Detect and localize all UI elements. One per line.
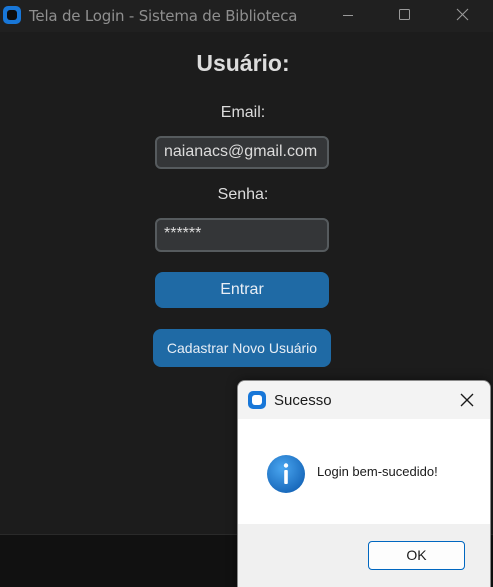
login-button[interactable]: Entrar xyxy=(155,272,329,308)
success-dialog: Sucesso Login bem-sucedido! OK xyxy=(237,380,491,587)
dialog-titlebar[interactable]: Sucesso xyxy=(238,381,490,419)
dialog-message: Login bem-sucedido! xyxy=(317,464,438,479)
dialog-app-icon xyxy=(248,391,266,409)
close-icon xyxy=(456,8,469,21)
email-field[interactable]: naianacs@gmail.com xyxy=(155,136,329,169)
window-titlebar[interactable]: Tela de Login - Sistema de Biblioteca xyxy=(0,0,493,32)
password-label: Senha: xyxy=(217,186,269,203)
maximize-button[interactable] xyxy=(381,0,427,32)
window-title: Tela de Login - Sistema de Biblioteca xyxy=(29,7,298,25)
register-button[interactable]: Cadastrar Novo Usuário xyxy=(153,329,331,367)
minimize-button[interactable] xyxy=(325,0,371,32)
app-icon xyxy=(3,6,21,24)
page-title: Usuário: xyxy=(196,50,290,76)
password-field[interactable]: ****** xyxy=(155,218,329,252)
close-button[interactable] xyxy=(440,0,486,32)
email-label: Email: xyxy=(220,104,266,121)
dialog-title: Sucesso xyxy=(274,392,332,409)
minimize-icon xyxy=(343,15,353,16)
maximize-icon xyxy=(399,9,410,20)
ok-button[interactable]: OK xyxy=(368,541,465,570)
info-icon xyxy=(266,454,306,494)
dialog-close-button[interactable] xyxy=(454,387,480,413)
login-window: Tela de Login - Sistema de Biblioteca Us… xyxy=(0,0,493,587)
close-icon xyxy=(460,393,474,407)
